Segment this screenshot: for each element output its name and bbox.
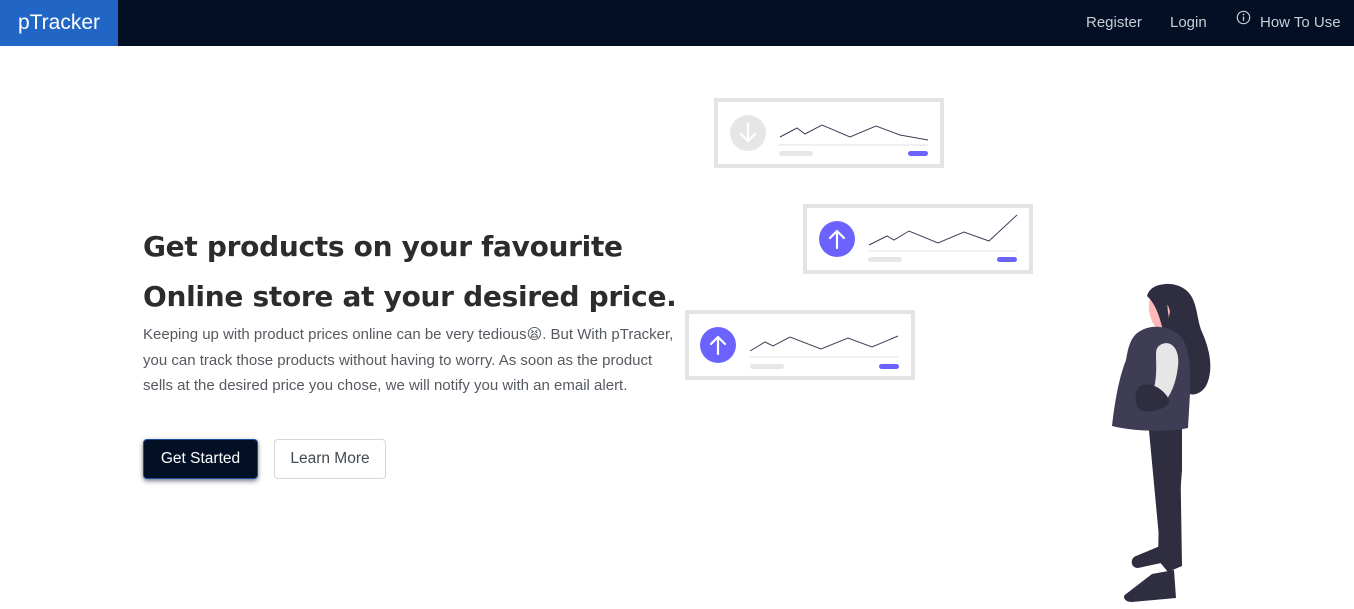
price-chart-card-up-2 xyxy=(685,310,915,380)
brand-logo[interactable]: pTracker xyxy=(0,0,118,46)
arrow-up-icon xyxy=(700,327,736,363)
hero-title-line-1: Get products on your favourite xyxy=(143,230,623,263)
nav-login-link[interactable]: Login xyxy=(1170,0,1207,46)
info-circle-icon xyxy=(1236,0,1251,44)
price-chart-card-down xyxy=(714,98,944,168)
get-started-button[interactable]: Get Started xyxy=(143,439,258,479)
arrow-up-icon xyxy=(819,221,855,257)
nav-register-link[interactable]: Register xyxy=(1086,0,1142,46)
hero-description: Keeping up with product prices online ca… xyxy=(143,326,674,394)
nav-how-to-use-label: How To Use xyxy=(1260,14,1341,31)
price-chart-card-up-1 xyxy=(803,204,1033,274)
learn-more-button[interactable]: Learn More xyxy=(274,439,386,479)
hero-title: Get products on your favourite Online st… xyxy=(143,222,703,322)
hero-title-line-2: Online store at your desired price. xyxy=(143,280,677,313)
arrow-down-icon xyxy=(730,115,766,151)
nav-how-to-use-link[interactable]: How To Use xyxy=(1236,0,1341,46)
top-navbar: pTracker Register Login How To Use xyxy=(0,0,1354,46)
woman-standing-illustration xyxy=(1112,283,1211,602)
